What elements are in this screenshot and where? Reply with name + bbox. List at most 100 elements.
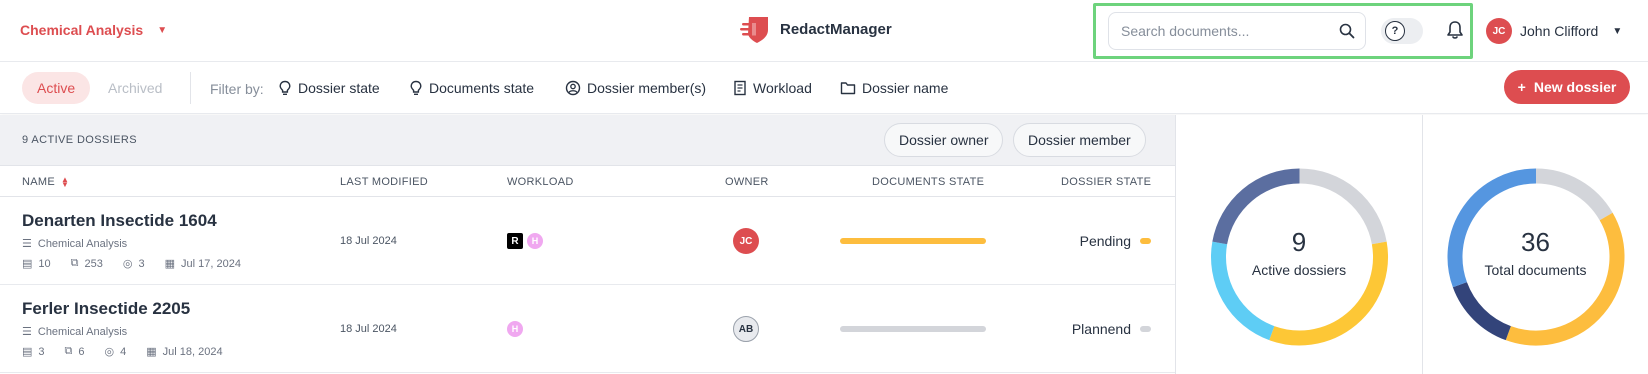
filter-label: Workload [753,80,812,96]
redactmanager-logo-icon [740,17,768,43]
active-dossiers-summary: 9 Active dossiers [1176,227,1422,278]
table-row[interactable]: Denarten Insectide 1604 ☰ Chemical Analy… [0,197,1175,285]
user-menu[interactable]: JC John Clifford ▼ [1486,18,1622,44]
dossier-state-indicator [1140,326,1151,332]
sort-icon: ▲ ▼ [60,175,70,190]
table-header-row: NAME ▲ ▼ LAST MODIFIED WORKLOAD OWNER DOCU… [0,165,1175,197]
donut-segment [1535,168,1613,221]
dossier-stats: ▤ 3 ⧉ 6 ◎ 4 ▦ Jul 18, 2024 [22,345,223,358]
tab-archived[interactable]: Archived [108,72,162,104]
search-icon[interactable] [1339,23,1355,39]
dossier-table: 9 ACTIVE DOSSIERS Dossier owner Dossier … [0,115,1175,374]
created-date: Jul 17, 2024 [181,257,241,270]
list-icon: ☰ [22,238,32,250]
documents-state-bar [840,238,986,244]
file-count: 3 [38,345,45,358]
hint-badge: H [527,233,543,249]
dossier-state: Pending [1079,233,1131,249]
dossier-state-indicator [1140,238,1151,244]
document-icon: ▤ [22,258,33,270]
dossier-member-button[interactable]: Dossier member [1013,123,1146,157]
pages-icon: ⧉ [70,257,79,269]
filter-workload[interactable]: Workload [733,80,812,96]
new-dossier-button[interactable]: + New dossier [1504,70,1630,104]
brand-name: RedactManager [780,20,892,38]
chevron-down-icon: ▼ [157,24,168,36]
dossier-name[interactable]: Denarten Insectide 1604 [22,211,217,231]
workspace-label: Chemical Analysis [20,22,144,38]
filter-label: Documents state [429,80,535,96]
document-icon: ▤ [22,346,33,358]
filter-dossier-name[interactable]: Dossier name [840,80,948,96]
page-count: 253 [84,257,103,270]
file-count: 10 [38,257,51,270]
folder-icon [840,82,856,95]
chevron-down-icon: ▼ [1612,25,1623,37]
lightbulb-icon [410,80,422,96]
template-label: Chemical Analysis [37,325,128,338]
member-count: 3 [138,257,145,270]
owner-avatar: AB [733,316,759,342]
member-count: 4 [120,345,127,358]
filter-documents-state[interactable]: Documents state [409,80,534,96]
user-circle-icon [565,80,581,96]
dossier-template: ☰ Chemical Analysis [22,237,127,251]
filter-dossier-members[interactable]: Dossier member(s) [565,80,706,96]
divider [190,72,191,104]
search-input[interactable] [1121,23,1339,39]
workload: H [507,321,523,337]
workspace-selector[interactable]: Chemical Analysis ▼ [20,22,167,38]
dossier-name[interactable]: Ferler Insectide 2205 [22,299,190,319]
column-dossier-state: DOSSIER STATE [1061,176,1152,188]
help-mode-toggle[interactable]: ? [1381,18,1423,44]
dossier-state: Plannend [1071,321,1131,337]
dossier-stats: ▤ 10 ⧉ 253 ◎ 3 ▦ Jul 17, 2024 [22,257,241,270]
lightbulb-icon [279,80,291,96]
filter-label: Dossier state [298,80,380,96]
document-icon [734,80,746,96]
user-circle-icon: ◎ [122,258,133,270]
active-dossiers-value: 9 [1291,227,1307,257]
dossier-owner-button[interactable]: Dossier owner [884,123,1004,157]
created-date: Jul 18, 2024 [162,345,223,358]
filter-bar: Active Archived Filter by: Dossier state… [0,62,1648,114]
calendar-icon: ▦ [164,258,176,270]
column-workload: WORKLOAD [507,176,574,188]
donut-segment [1452,281,1512,341]
column-name[interactable]: NAME ▲ ▼ [22,175,70,190]
notifications-bell-icon[interactable] [1446,20,1464,40]
pages-icon: ⧉ [64,345,73,357]
active-dossiers-label: Active dossiers [1251,262,1347,278]
list-icon: ☰ [22,326,32,338]
plus-icon: + [1517,79,1526,95]
filter-label: Dossier member(s) [587,80,707,96]
user-name: John Clifford [1520,23,1599,39]
active-dossiers-chart-panel: 9 Active dossiers [1175,115,1422,374]
documents-state-bar [840,326,986,332]
column-last-modified[interactable]: LAST MODIFIED [340,176,428,188]
column-owner: OWNER [725,176,769,188]
last-modified: 18 Jul 2024 [340,323,397,335]
help-icon: ? [1385,21,1405,41]
table-row[interactable]: Ferler Insectide 2205 ☰ Chemical Analysi… [0,285,1175,373]
filter-by-label: Filter by: [210,81,264,97]
search-box[interactable] [1108,12,1366,50]
owner-avatar: JC [733,228,759,254]
tab-active[interactable]: Active [22,72,91,104]
active-dossiers-count: 9 ACTIVE DOSSIERS [22,134,138,146]
total-documents-label: Total documents [1484,262,1587,278]
top-header: Chemical Analysis ▼ RedactManager ? JC J… [0,0,1648,62]
total-documents-chart-panel: 36 Total documents [1422,115,1648,374]
dossier-template: ☰ Chemical Analysis [22,325,128,339]
filter-label: Dossier name [862,80,949,96]
total-documents-summary: 36 Total documents [1423,227,1648,278]
last-modified: 18 Jul 2024 [340,235,397,247]
workload: R H [507,233,543,249]
filter-dossier-state[interactable]: Dossier state [278,80,380,96]
page-count: 6 [78,345,85,358]
column-documents-state: DOCUMENTS STATE [872,176,985,188]
brand[interactable]: RedactManager [740,14,892,44]
calendar-icon: ▦ [146,346,157,358]
user-circle-icon: ◎ [104,346,115,358]
total-documents-value: 36 [1521,227,1550,257]
